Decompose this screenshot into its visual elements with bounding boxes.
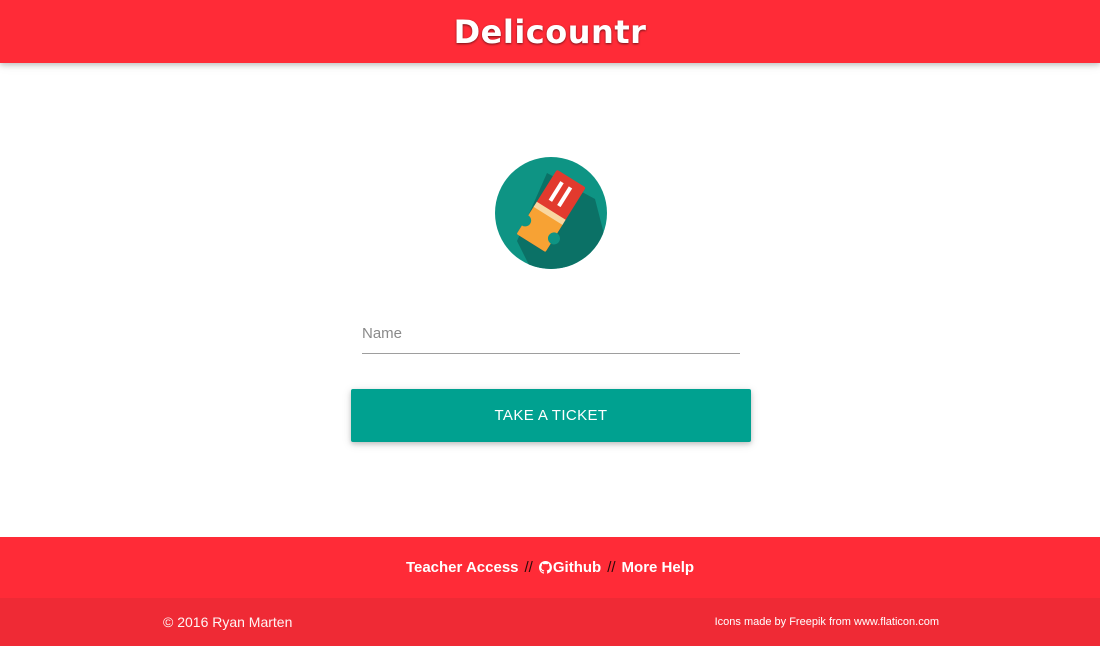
brand-title[interactable]: Delicountr — [454, 13, 647, 51]
credits-middle: from — [828, 616, 851, 628]
github-icon — [538, 561, 552, 574]
icon-credits: Icons made by Freepik from www.flaticon.… — [715, 616, 939, 628]
credits-prefix: Icons made by — [714, 616, 787, 628]
github-link-label: Github — [552, 559, 602, 576]
name-field — [362, 313, 740, 354]
separator: // — [524, 559, 533, 576]
github-link[interactable]: Github — [538, 559, 602, 576]
flaticon-link[interactable]: www.flaticon.com — [854, 616, 939, 628]
name-input[interactable] — [362, 313, 740, 354]
teacher-access-link[interactable]: Teacher Access — [406, 559, 519, 576]
more-help-link[interactable]: More Help — [622, 559, 695, 576]
navbar: Delicountr — [0, 0, 1100, 63]
footer-copyright-bar: © 2016 Ryan Marten Icons made by Freepik… — [0, 598, 1100, 646]
separator: // — [607, 559, 616, 576]
take-ticket-button[interactable]: TAKE A TICKET — [351, 389, 751, 442]
main-content: TAKE A TICKET — [0, 63, 1100, 537]
copyright-text: © 2016 Ryan Marten — [163, 614, 293, 630]
footer-links: Teacher Access // Github // More Help — [0, 537, 1100, 598]
ticket-icon — [495, 157, 607, 269]
freepik-link[interactable]: Freepik — [789, 616, 826, 628]
